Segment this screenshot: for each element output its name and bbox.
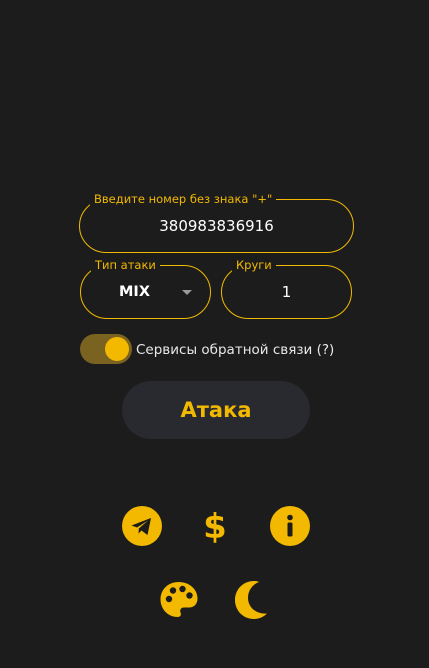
info-icon[interactable] — [270, 506, 310, 546]
attack-type-select[interactable]: Тип атаки MIX — [80, 257, 211, 319]
moon-icon[interactable] — [232, 580, 272, 620]
toggle-knob — [105, 337, 129, 361]
phone-number-field[interactable]: Введите номер без знака "+" 380983836916 — [79, 191, 354, 253]
dollar-icon[interactable]: $ — [195, 506, 235, 546]
palette-icon[interactable] — [159, 580, 199, 620]
rounds-field[interactable]: Круги 1 — [221, 257, 352, 319]
attack-button[interactable]: Атака — [122, 381, 310, 439]
feedback-services-label[interactable]: Сервисы обратной связи (?) — [136, 341, 334, 359]
rounds-input[interactable]: 1 — [222, 266, 351, 318]
svg-text:$: $ — [203, 507, 227, 546]
dropdown-arrow-icon[interactable] — [182, 290, 192, 295]
telegram-icon[interactable] — [122, 506, 162, 546]
phone-number-input[interactable]: 380983836916 — [80, 200, 353, 252]
feedback-services-toggle[interactable] — [80, 334, 132, 364]
